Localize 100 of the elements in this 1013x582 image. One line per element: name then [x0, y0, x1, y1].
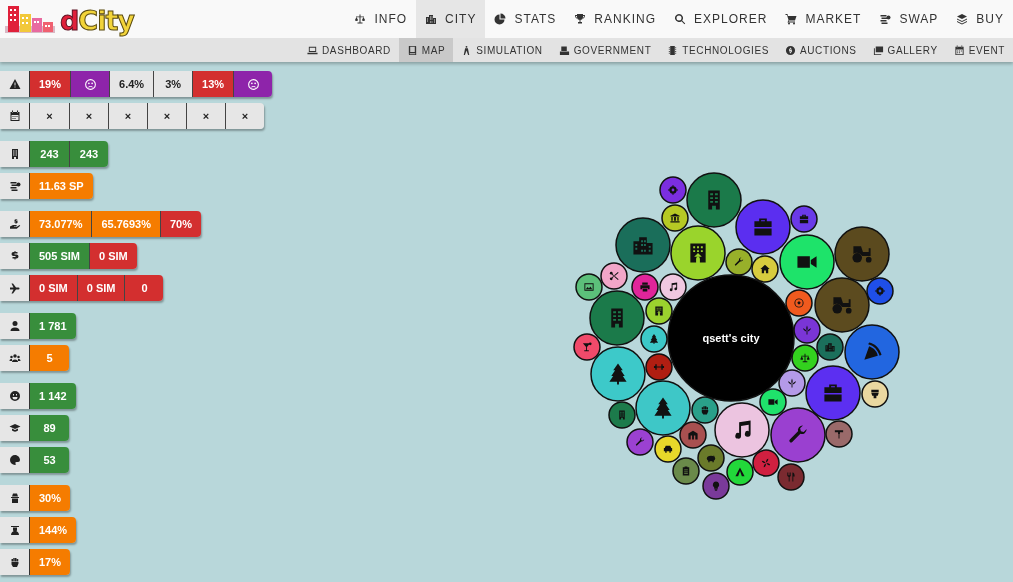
stat-value: × — [108, 103, 147, 129]
hotel-icon — [655, 306, 663, 316]
bubble[interactable] — [714, 402, 770, 458]
bubble[interactable] — [861, 380, 889, 408]
bubble[interactable] — [834, 226, 890, 282]
stat-value: × — [225, 103, 264, 129]
search-icon — [674, 13, 687, 25]
bubble[interactable] — [779, 234, 835, 290]
bubble[interactable] — [631, 273, 659, 301]
stat-value: × — [186, 103, 225, 129]
bubble[interactable] — [697, 444, 725, 472]
gear-icon — [874, 285, 886, 297]
stat-value: 53 — [30, 447, 69, 473]
subnav-tab[interactable]: AUCTIONS — [777, 38, 865, 62]
bubble[interactable] — [691, 396, 719, 424]
subnav-tab[interactable]: SIMULATION — [453, 38, 551, 62]
bubble[interactable] — [645, 353, 673, 381]
bubble[interactable] — [844, 324, 900, 380]
stat-value: × — [69, 103, 108, 129]
clipboard-icon — [682, 466, 690, 476]
bubble[interactable] — [635, 380, 691, 436]
city-bubble[interactable] — [667, 274, 795, 402]
music-note-icon — [669, 282, 678, 292]
bubble[interactable] — [777, 463, 805, 491]
bubble[interactable] — [640, 325, 668, 353]
subnav-tab[interactable]: MAP — [398, 38, 454, 62]
bubble[interactable] — [626, 428, 654, 456]
fan-icon — [761, 458, 771, 468]
bubble[interactable] — [573, 333, 601, 361]
nav-tab[interactable]: RANKING — [565, 0, 666, 38]
tree-icon — [654, 397, 672, 419]
city-icon — [425, 13, 438, 25]
graduation-cap-icon — [8, 422, 21, 434]
ballot-box-icon — [558, 44, 570, 56]
scissors-icon — [609, 271, 619, 281]
bubble[interactable] — [725, 248, 753, 276]
printer-icon — [640, 282, 650, 292]
stat-value: 70% — [160, 211, 201, 237]
masked-figure-icon — [8, 492, 21, 504]
hand-coin-icon — [8, 218, 21, 230]
stat-value: 3% — [153, 71, 193, 97]
bubble[interactable] — [726, 458, 754, 486]
bubble[interactable] — [752, 449, 780, 477]
stat-value: 505 SIM — [30, 243, 89, 269]
building-icon — [611, 308, 623, 328]
bubble[interactable] — [790, 205, 818, 233]
gear-icon — [667, 184, 679, 196]
house-icon — [760, 264, 770, 274]
bubble[interactable] — [575, 273, 603, 301]
warning-icon — [8, 78, 21, 90]
bubble[interactable] — [793, 316, 821, 344]
nav-tab[interactable]: SWAP — [870, 0, 948, 38]
nav-tab[interactable]: STATS — [485, 0, 566, 38]
bubble[interactable] — [759, 388, 787, 416]
subnav-tab[interactable]: EVENT — [945, 38, 1013, 62]
people-icon — [8, 352, 21, 364]
subnav-tab[interactable]: GOVERNMENT — [550, 38, 660, 62]
bubble[interactable] — [825, 420, 853, 448]
wrench-icon — [734, 257, 744, 266]
nav-tab[interactable]: EXPLORER — [665, 0, 777, 38]
bubble[interactable] — [778, 369, 806, 397]
bubble[interactable] — [672, 457, 700, 485]
bubble[interactable] — [816, 333, 844, 361]
tree-icon — [649, 333, 659, 345]
bubble[interactable] — [814, 277, 870, 333]
logo-text: dCity — [60, 7, 134, 34]
bubble[interactable] — [661, 204, 689, 232]
bubble[interactable] — [654, 435, 682, 463]
bubble[interactable] — [670, 225, 726, 281]
nav-tab[interactable]: CITY — [416, 0, 486, 38]
bubble[interactable] — [791, 344, 819, 372]
ball-icon — [794, 298, 804, 308]
bubble[interactable] — [785, 289, 813, 317]
pie-chart-icon — [494, 13, 507, 25]
bubble[interactable] — [751, 255, 779, 283]
logo[interactable]: dCity — [4, 4, 134, 34]
stat-value: 243 — [69, 141, 108, 167]
subnav-tab[interactable]: GALLERY — [864, 38, 946, 62]
bubble[interactable] — [608, 401, 636, 429]
bubble[interactable] — [589, 290, 645, 346]
bubble[interactable] — [702, 472, 730, 500]
bubble[interactable] — [770, 407, 826, 463]
nav-tab[interactable]: INFO — [345, 0, 417, 38]
bubble[interactable] — [686, 172, 742, 228]
stat-value: 65.7693% — [91, 211, 160, 237]
subnav-tab[interactable]: TECHNOLOGIES — [659, 38, 777, 62]
bubble[interactable] — [659, 176, 687, 204]
subnav-tab[interactable]: DASHBOARD — [299, 38, 399, 62]
stat-value: 0 SIM — [30, 275, 77, 301]
bubble[interactable] — [600, 262, 628, 290]
video-camera-icon — [768, 399, 778, 405]
bubble[interactable] — [866, 277, 894, 305]
building-icon — [619, 410, 625, 420]
bubble[interactable] — [590, 346, 646, 402]
nav-tab[interactable]: BUY — [947, 0, 1013, 38]
building-icon — [708, 190, 720, 210]
bubble[interactable] — [645, 297, 673, 325]
nav-tab[interactable]: MARKET — [776, 0, 871, 38]
bubble[interactable] — [659, 273, 687, 301]
bubble[interactable] — [679, 421, 707, 449]
